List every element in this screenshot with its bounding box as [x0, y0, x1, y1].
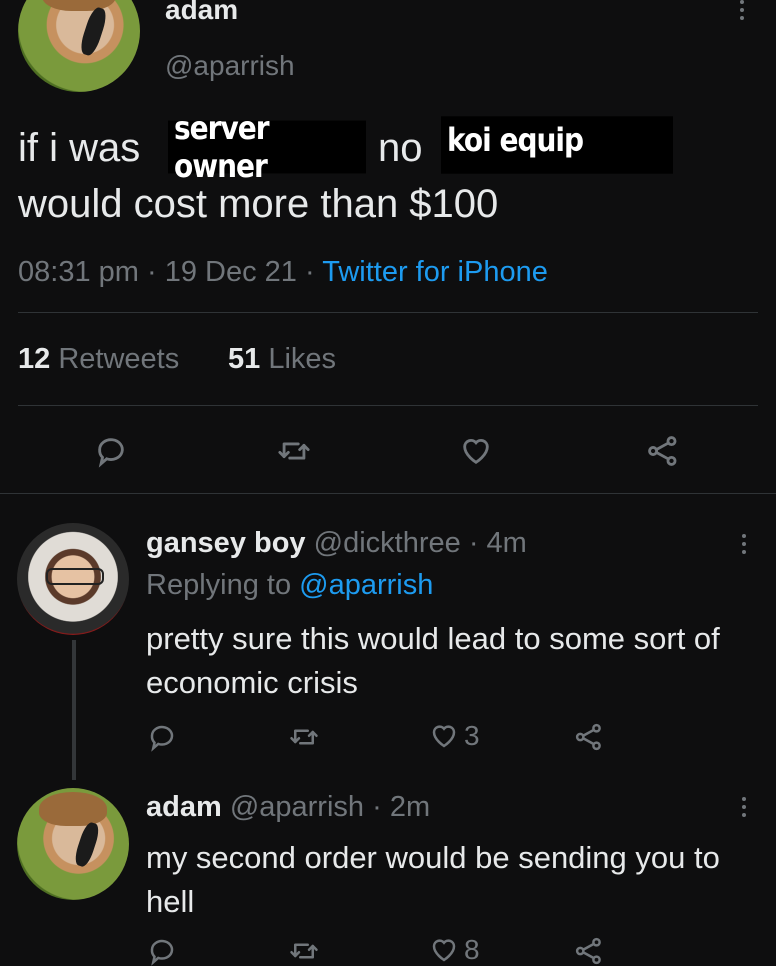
tweet-text-line2: would cost more than $100: [18, 182, 499, 226]
meta-separator: ·: [304, 256, 315, 288]
retweets-label: Retweets: [58, 343, 180, 375]
like-count: 3: [464, 720, 480, 751]
likes-count: 51: [228, 343, 261, 375]
like-button[interactable]: 8: [428, 934, 480, 966]
avatar[interactable]: [17, 523, 129, 635]
retweets-count: 12: [18, 343, 51, 375]
reply-header: gansey boy @dickthree · 4m: [146, 527, 527, 560]
likes-stat[interactable]: 51 Likes: [228, 343, 336, 376]
reply-author-name[interactable]: gansey boy: [146, 527, 306, 559]
reply-author-handle[interactable]: @aparrish: [230, 791, 364, 823]
replying-label: Replying to: [146, 569, 292, 601]
tweet-time[interactable]: 08:31 pm: [18, 256, 139, 288]
likes-label: Likes: [268, 343, 337, 375]
tweet-meta: 08:31 pm · 19 Dec 21 · Twitter for iPhon…: [18, 256, 548, 289]
retweet-icon[interactable]: [287, 936, 321, 966]
avatar[interactable]: [18, 0, 140, 92]
more-icon[interactable]: [740, 0, 744, 20]
divider: [18, 405, 758, 406]
reply-author-handle[interactable]: @dickthree: [314, 527, 461, 559]
share-icon[interactable]: [572, 722, 606, 752]
share-icon[interactable]: [572, 936, 606, 966]
redacted-label-1: server owner: [168, 109, 366, 185]
author-name[interactable]: adam: [165, 0, 238, 26]
tweet-text-part2: no: [378, 126, 423, 170]
retweets-stat[interactable]: 12 Retweets: [18, 343, 179, 376]
more-icon[interactable]: [742, 797, 746, 817]
replying-handle[interactable]: @aparrish: [299, 569, 433, 601]
reply-author-name[interactable]: adam: [146, 791, 222, 823]
avatar[interactable]: [17, 788, 129, 900]
like-icon: [428, 721, 460, 751]
like-button[interactable]: 3: [428, 720, 480, 752]
meta-separator: ·: [146, 256, 157, 288]
author-handle[interactable]: @aparrish: [165, 50, 295, 82]
reply-age: · 4m: [468, 527, 527, 559]
tweet-date[interactable]: 19 Dec 21: [165, 256, 297, 288]
reply-icon[interactable]: [146, 722, 178, 752]
like-icon[interactable]: [457, 434, 495, 468]
redacted-label-2: koi equip: [441, 116, 673, 174]
reply-header: adam @aparrish · 2m: [146, 791, 430, 824]
reply-icon[interactable]: [146, 936, 178, 966]
more-icon[interactable]: [742, 534, 746, 554]
reply-age: · 2m: [372, 791, 431, 823]
reply-text: pretty sure this would lead to some sort…: [146, 621, 720, 700]
reply-icon[interactable]: [93, 434, 129, 468]
reply-text: my second order would be sending you to …: [146, 840, 720, 919]
share-icon[interactable]: [644, 434, 682, 468]
tweet-source[interactable]: Twitter for iPhone: [322, 256, 548, 288]
retweet-icon[interactable]: [275, 434, 313, 468]
retweet-icon[interactable]: [287, 722, 321, 752]
replying-to: Replying to @aparrish: [146, 569, 433, 602]
like-icon: [428, 935, 460, 965]
divider: [18, 312, 758, 313]
tweet-text-part1: if i was: [18, 126, 141, 170]
divider: [0, 493, 776, 494]
like-count: 8: [464, 934, 480, 965]
thread-line: [72, 640, 76, 780]
